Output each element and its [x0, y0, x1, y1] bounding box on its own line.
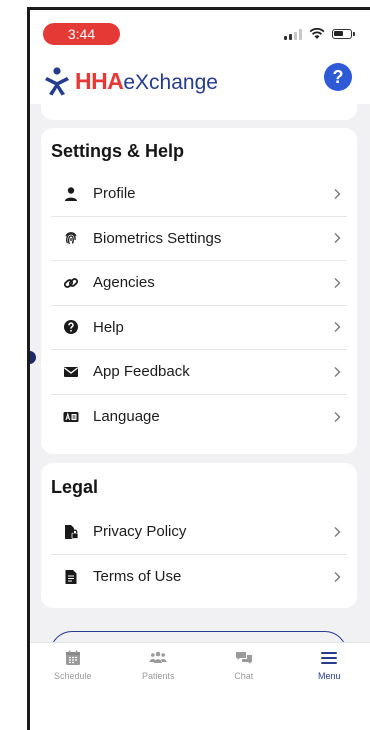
file-document-icon: [63, 569, 79, 585]
legal-card: Legal Privacy Policy Terms of Use: [41, 463, 357, 608]
fingerprint-icon: [63, 230, 79, 246]
legal-title: Legal: [51, 477, 99, 497]
chevron-right-icon: [334, 411, 341, 422]
previous-card-bottom: [41, 104, 357, 120]
menu-item-language[interactable]: Language: [51, 395, 347, 440]
chevron-right-icon: [334, 277, 341, 288]
language-icon: [63, 409, 79, 425]
app-header: HHAeXchange ?: [30, 54, 370, 104]
chevron-right-icon: [334, 571, 341, 582]
menu-item-privacy-policy[interactable]: Privacy Policy: [51, 510, 347, 555]
menu-item-label: Language: [93, 408, 160, 426]
question-circle-icon: [63, 319, 79, 335]
edge-dot: [30, 351, 36, 364]
menu-item-label: Help: [93, 318, 124, 336]
signal-icon: [284, 28, 302, 40]
menu-item-label: Agencies: [93, 274, 155, 292]
menu-item-label: Terms of Use: [93, 568, 182, 586]
chevron-right-icon: [334, 188, 341, 199]
logo-hha-text: HHA: [75, 67, 124, 94]
logo-figure-icon: [45, 67, 69, 96]
users-icon: [149, 651, 167, 663]
tab-chat[interactable]: Chat: [201, 643, 287, 693]
tab-patients[interactable]: Patients: [116, 643, 202, 693]
logo-exchange-text: eXchange: [123, 70, 218, 94]
status-time: 3:44: [43, 23, 120, 45]
status-bar: 3:44: [30, 10, 370, 54]
chevron-right-icon: [334, 233, 341, 244]
menu-item-help[interactable]: Help: [51, 306, 347, 350]
settings-help-card: Settings & Help Profile Biometrics Setti…: [41, 128, 357, 454]
phone-frame: 3:44 HHAeXchange ? Settings & Help Profi…: [27, 7, 370, 730]
menu-item-label: Profile: [93, 185, 136, 203]
tab-label: Chat: [234, 671, 254, 681]
envelope-icon: [63, 364, 79, 380]
menu-item-label: App Feedback: [93, 363, 190, 381]
tab-label: Patients: [141, 671, 175, 681]
chevron-right-icon: [334, 366, 341, 377]
menu-item-biometrics-settings[interactable]: Biometrics Settings: [51, 217, 347, 261]
person-icon: [63, 186, 79, 202]
wifi-icon: [309, 28, 325, 39]
menu-item-agencies[interactable]: Agencies: [51, 261, 347, 306]
home-indicator-area: [30, 692, 370, 730]
help-button[interactable]: ?: [324, 63, 352, 91]
tab-label: Menu: [317, 671, 341, 681]
menu-item-label: Biometrics Settings: [93, 229, 222, 247]
settings-help-title: Settings & Help: [51, 141, 185, 161]
menu-item-profile[interactable]: Profile: [51, 172, 347, 217]
link-icon: [63, 275, 79, 291]
help-question-icon: ?: [332, 66, 344, 87]
file-lock-icon: [63, 524, 79, 540]
chat-icon: [235, 652, 252, 664]
status-icons: [284, 28, 355, 40]
menu-item-label: Privacy Policy: [93, 523, 187, 541]
chevron-right-icon: [334, 322, 341, 333]
menu-item-app-feedback[interactable]: App Feedback: [51, 350, 347, 395]
tab-label: Schedule: [53, 671, 92, 681]
chevron-right-icon: [334, 526, 341, 537]
app-logo: HHAeXchange: [43, 66, 218, 96]
tab-schedule[interactable]: Schedule: [30, 643, 116, 693]
calendar-icon: [65, 650, 80, 665]
menu-item-terms-of-use[interactable]: Terms of Use: [51, 555, 347, 600]
tab-menu[interactable]: Menu: [287, 643, 370, 693]
bottom-tab-bar: Schedule Patients Chat Menu: [30, 642, 370, 693]
menu-icon: [321, 652, 338, 664]
battery-icon: [332, 29, 355, 39]
